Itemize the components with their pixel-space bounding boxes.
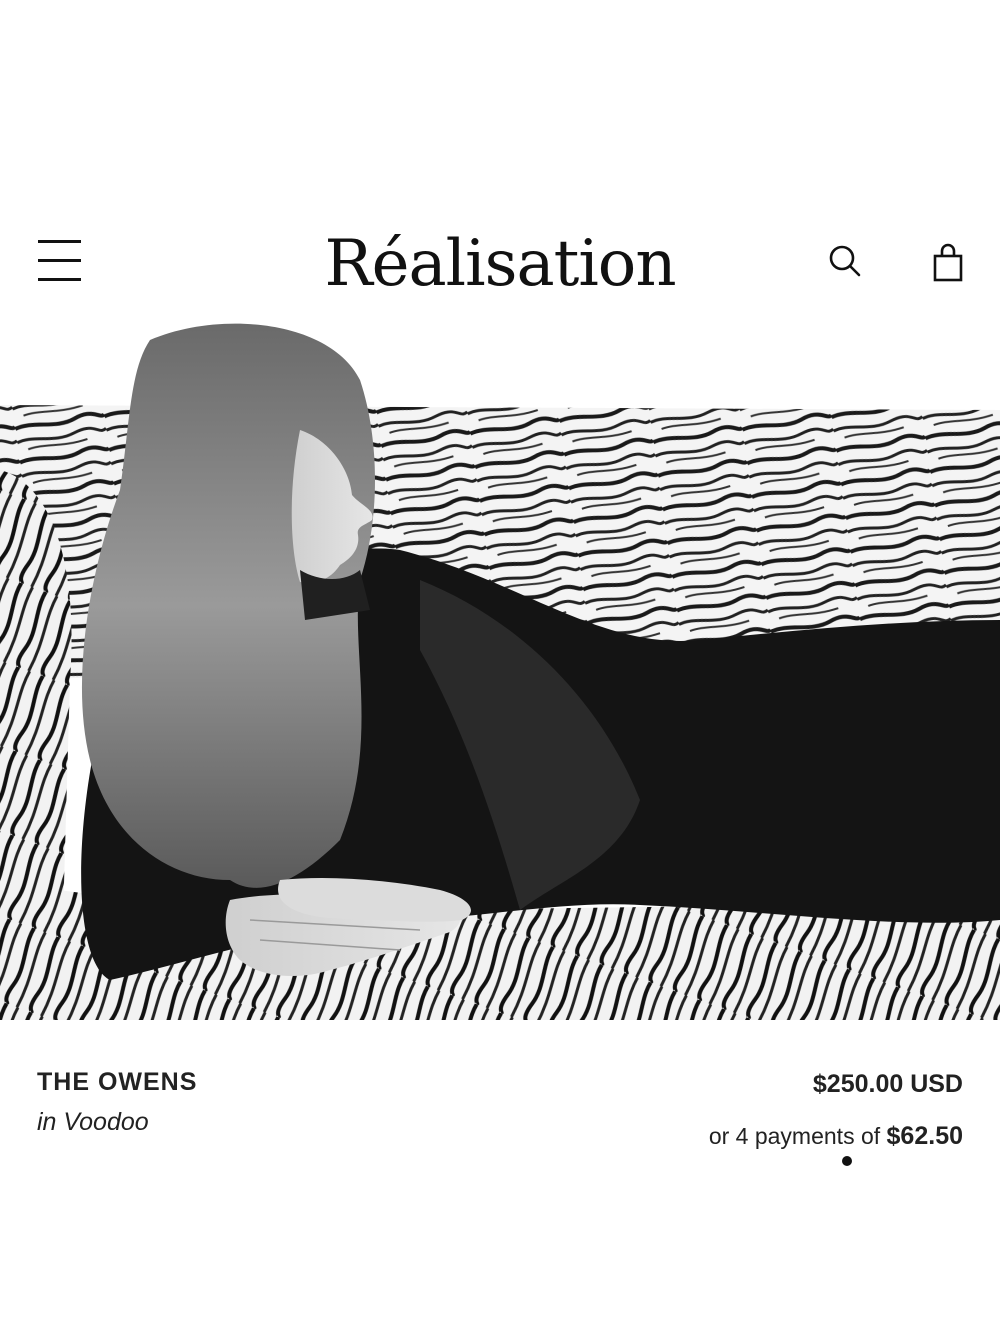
product-price: $250.00 USD <box>812 1070 963 1098</box>
installment-amount: $62.50 <box>886 1122 963 1150</box>
product-variant: in Voodoo <box>37 1108 149 1136</box>
shopping-bag-icon[interactable] <box>928 242 968 286</box>
installment-prefix: or 4 payments of <box>708 1123 881 1149</box>
site-header: Réalisation <box>0 210 1000 320</box>
search-icon[interactable] <box>826 242 866 282</box>
installment-text: or 4 payments of $62.50 <box>709 1122 963 1151</box>
brand-logo[interactable]: Réalisation <box>300 224 700 304</box>
product-hero-image[interactable] <box>0 320 1000 1020</box>
hamburger-menu-icon[interactable] <box>36 240 84 284</box>
product-name[interactable]: THE OWENS <box>37 1068 197 1097</box>
carousel-dot[interactable] <box>842 1156 852 1166</box>
